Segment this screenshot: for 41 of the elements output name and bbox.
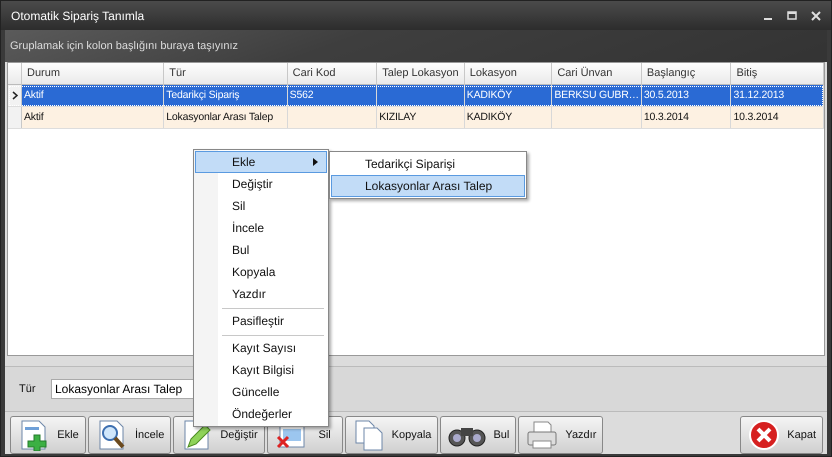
table-cell: Aktif bbox=[24, 110, 44, 123]
table-row[interactable]: Aktif Lokasyonlar Arası Talep KIZILAY KADIKÖY 10.3.2014 10.3.2014 bbox=[8, 106, 824, 129]
table-row[interactable]: Aktif Tedarikçi Sipariş S562 KADIKÖY BERKSU GUBR… 30.5.2013 31.12.2013 bbox=[8, 84, 824, 107]
table-cell: Aktif bbox=[24, 88, 44, 101]
table-cell: S562 bbox=[290, 88, 314, 101]
toolbar-button[interactable]: Kapat bbox=[740, 416, 823, 454]
menu-item[interactable]: Değiştir bbox=[195, 173, 327, 195]
table-cell: KADIKÖY bbox=[466, 110, 512, 123]
table-cell: KADIKÖY bbox=[466, 88, 512, 101]
table-cell: 10.3.2014 bbox=[644, 110, 689, 123]
table-cell: BERKSU GUBR… bbox=[554, 88, 639, 101]
toolbar-button[interactable]: Bul bbox=[440, 416, 516, 454]
menu-item[interactable]: Tedarikçi Siparişi bbox=[331, 153, 525, 175]
group-panel-hint: Gruplamak için kolon başlığını buraya taşıyınız bbox=[10, 40, 238, 52]
table-cell: KIZILAY bbox=[379, 110, 416, 123]
filter-label: Tür bbox=[18, 383, 36, 396]
table-cell: 30.5.2013 bbox=[644, 88, 689, 101]
submenu-arrow-icon bbox=[313, 158, 318, 166]
menu-item[interactable]: Yazdır bbox=[195, 283, 327, 305]
toolbar-button[interactable]: Ekle bbox=[10, 416, 86, 454]
menu-item[interactable]: İncele bbox=[195, 217, 327, 239]
toolbar-button[interactable]: Kopyala bbox=[344, 416, 438, 454]
table-cell: Tedarikçi Sipariş bbox=[166, 88, 240, 101]
menu-item[interactable]: Kopyala bbox=[195, 261, 327, 283]
toolbar-button[interactable]: Yazdır bbox=[518, 416, 604, 454]
toolbar-button[interactable]: İncele bbox=[88, 416, 172, 454]
menu-item[interactable]: Bul bbox=[195, 239, 327, 261]
table-cell: Lokasyonlar Arası Talep bbox=[166, 110, 273, 123]
menu-item[interactable]: Lokasyonlar Arası Talep bbox=[331, 175, 525, 197]
menu-item[interactable]: Ekle bbox=[195, 151, 327, 173]
row-header bbox=[8, 106, 22, 128]
table-cell: 10.3.2014 bbox=[733, 110, 778, 123]
window-title: Otomatik Sipariş Tanımla bbox=[11, 8, 144, 22]
printer-icon bbox=[525, 418, 560, 451]
menu-item[interactable]: Kayıt Bilgisi bbox=[195, 359, 327, 381]
maximize-icon[interactable] bbox=[787, 10, 797, 20]
menu-item[interactable]: Sil bbox=[195, 195, 327, 217]
row-indicator-icon bbox=[12, 90, 18, 100]
close-icon[interactable] bbox=[811, 10, 821, 20]
table-cell: 31.12.2013 bbox=[733, 88, 784, 101]
close-icon bbox=[747, 418, 782, 451]
